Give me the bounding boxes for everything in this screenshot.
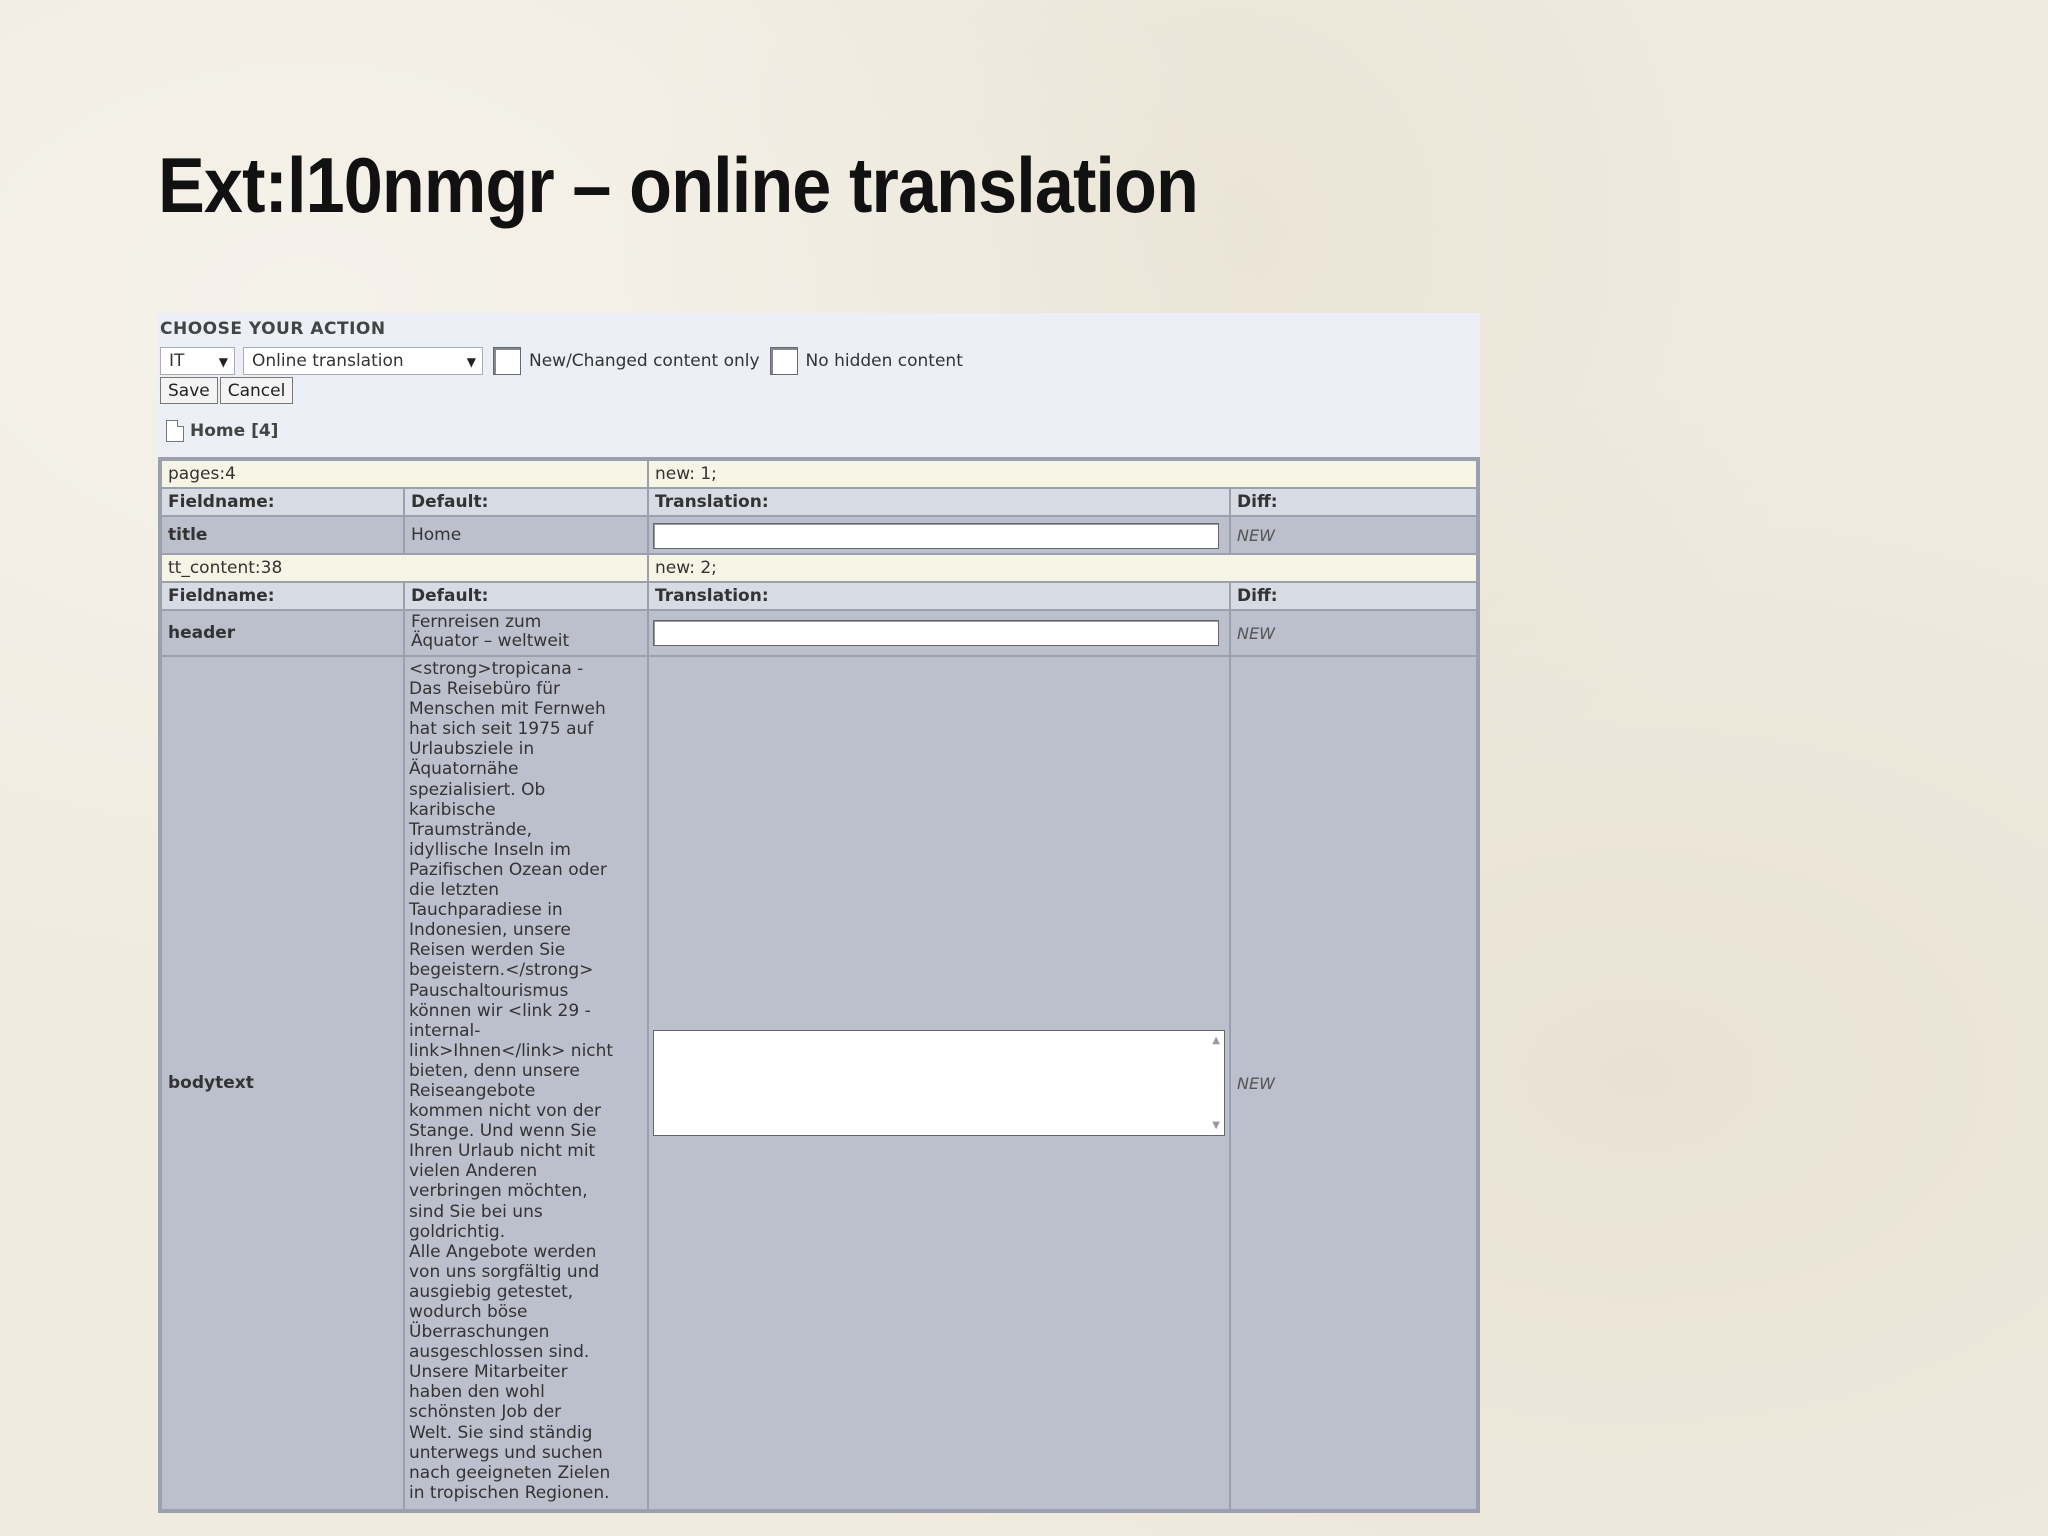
language-select-value: IT [169, 351, 185, 371]
language-select[interactable]: IT ▼ [160, 347, 235, 375]
scroll-up-icon[interactable]: ▲ [1212, 1035, 1220, 1046]
action-heading: CHOOSE YOUR ACTION [160, 319, 386, 339]
field-default: Home [405, 517, 647, 553]
bodytext-translation-textarea[interactable]: ▲ ▼ [653, 1030, 1225, 1136]
field-name: header [162, 611, 403, 655]
mode-select-value: Online translation [252, 351, 404, 371]
translation-table: pages:4 new: 1; Fieldname: Default: Tran… [158, 457, 1480, 1513]
column-header-default: Default: [405, 489, 647, 515]
record-id: tt_content:38 [162, 555, 647, 581]
field-name: title [162, 517, 403, 553]
column-header-fieldname: Fieldname: [162, 583, 403, 609]
slide-title: Ext:l10nmgr – online translation [158, 141, 1199, 229]
new-changed-checkbox[interactable] [493, 347, 521, 375]
page-breadcrumb: Home [4] [166, 420, 278, 442]
button-row: Save Cancel [160, 377, 295, 404]
translation-screenshot: CHOOSE YOUR ACTION IT ▼ Online translati… [158, 313, 1480, 1513]
field-default: Fernreisen zum Äquator – weltweit [405, 611, 647, 655]
title-translation-input[interactable] [653, 523, 1219, 549]
record-status: new: 1; [649, 461, 1476, 487]
column-header-fieldname: Fieldname: [162, 489, 403, 515]
column-header-default: Default: [405, 583, 647, 609]
action-controls: IT ▼ Online translation ▼ New/Changed co… [160, 346, 963, 376]
cancel-button[interactable]: Cancel [219, 377, 294, 404]
column-header-translation: Translation: [649, 583, 1229, 609]
record-id: pages:4 [162, 461, 647, 487]
save-button[interactable]: Save [160, 377, 218, 404]
translation-cell: ▲ ▼ [649, 657, 1229, 1509]
column-header-translation: Translation: [649, 489, 1229, 515]
column-header-diff: Diff: [1231, 583, 1476, 609]
column-header-diff: Diff: [1231, 489, 1476, 515]
field-default: <strong>tropicana - Das Reisebüro für Me… [405, 657, 647, 1509]
page-icon [166, 420, 184, 442]
diff-status: NEW [1231, 611, 1476, 655]
header-translation-input[interactable] [653, 620, 1219, 646]
no-hidden-label: No hidden content [805, 351, 963, 371]
chevron-down-icon: ▼ [218, 355, 228, 369]
translation-cell [649, 611, 1229, 655]
chevron-down-icon: ▼ [466, 355, 476, 369]
diff-status: NEW [1231, 657, 1476, 1509]
page-label: Home [4] [190, 421, 279, 441]
scroll-down-icon[interactable]: ▼ [1212, 1120, 1220, 1131]
new-changed-label: New/Changed content only [529, 351, 760, 371]
no-hidden-checkbox[interactable] [769, 347, 798, 375]
diff-status: NEW [1231, 517, 1476, 553]
record-status: new: 2; [649, 555, 1476, 581]
field-name: bodytext [162, 657, 403, 1509]
translation-cell [649, 517, 1229, 553]
mode-select[interactable]: Online translation ▼ [243, 347, 483, 375]
